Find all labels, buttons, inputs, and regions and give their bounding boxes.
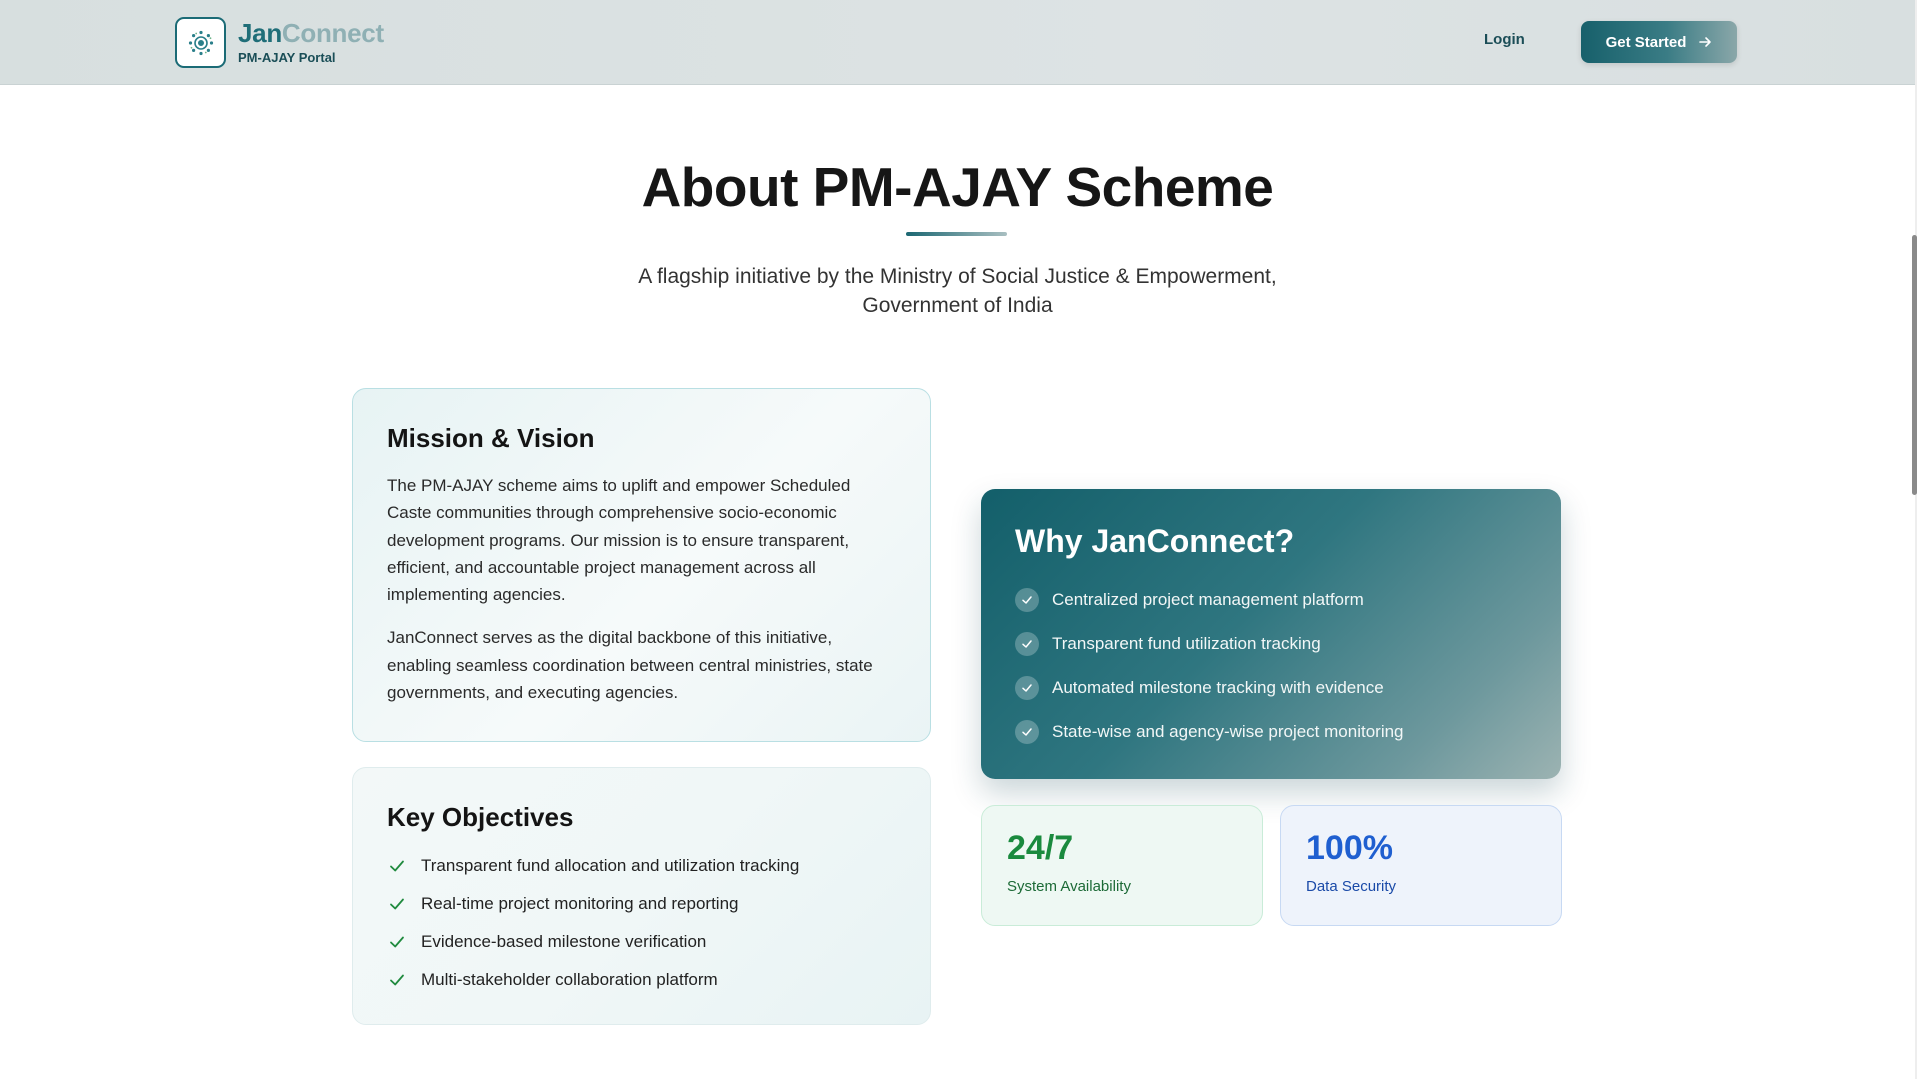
objective-item: Multi-stakeholder collaboration platform	[387, 961, 896, 999]
objective-item: Transparent fund allocation and utilizat…	[387, 847, 896, 885]
stat-availability-value: 24/7	[1007, 829, 1074, 867]
objective-text: Real-time project monitoring and reporti…	[421, 894, 739, 913]
mission-heading: Mission & Vision	[387, 423, 595, 453]
brand-name[interactable]: JanConnect	[238, 18, 384, 49]
objective-item: Evidence-based milestone verification	[387, 923, 896, 961]
page: JanConnect PM-AJAY Portal Login Get Star…	[0, 0, 1917, 1079]
get-started-label: Get Started	[1605, 33, 1687, 51]
mission-vision-card: Mission & Vision The PM-AJAY scheme aims…	[352, 388, 931, 742]
brand-name-part2: Connect	[281, 18, 384, 48]
check-circle-icon	[1015, 676, 1039, 700]
why-item-text: Automated milestone tracking with eviden…	[1052, 678, 1384, 697]
section-title: About PM-AJAY Scheme	[641, 156, 1274, 218]
stat-availability-card: 24/7 System Availability	[981, 805, 1263, 926]
subtitle-line-1: A flagship initiative by the Ministry of…	[638, 265, 1277, 288]
gear-logo-icon	[188, 30, 213, 55]
why-item: Automated milestone tracking with eviden…	[1015, 666, 1527, 710]
mission-paragraph-2: JanConnect serves as the digital backbon…	[387, 628, 873, 703]
check-circle-icon	[1015, 632, 1039, 656]
check-icon	[387, 856, 407, 876]
check-icon	[387, 970, 407, 990]
key-objectives-card: Key Objectives Transparent fund allocati…	[352, 767, 931, 1025]
objective-text: Transparent fund allocation and utilizat…	[421, 856, 800, 875]
stat-security-value: 100%	[1306, 829, 1393, 867]
why-item-text: State-wise and agency-wise project monit…	[1052, 722, 1404, 741]
section-subtitle: A flagship initiative by the Ministry of…	[0, 262, 1915, 320]
objective-text: Multi-stakeholder collaboration platform	[421, 970, 718, 989]
objectives-list: Transparent fund allocation and utilizat…	[387, 847, 896, 999]
stat-security-label: Data Security	[1306, 878, 1397, 895]
why-list: Centralized project management platform …	[1015, 578, 1527, 754]
why-item: Transparent fund utilization tracking	[1015, 622, 1527, 666]
why-janconnect-card: Why JanConnect? Centralized project mana…	[981, 489, 1561, 779]
brand-subtitle: PM-AJAY Portal	[238, 50, 336, 65]
arrow-right-icon	[1699, 37, 1712, 47]
why-item-text: Transparent fund utilization tracking	[1052, 634, 1321, 653]
stat-availability-label: System Availability	[1007, 878, 1131, 895]
get-started-button[interactable]: Get Started	[1581, 21, 1737, 63]
brand-name-part1: Jan	[238, 18, 282, 48]
login-link[interactable]: Login	[1484, 31, 1525, 48]
logo[interactable]	[175, 17, 226, 68]
subtitle-line-2: Government of India	[862, 294, 1053, 317]
objective-item: Real-time project monitoring and reporti…	[387, 885, 896, 923]
why-item: State-wise and agency-wise project monit…	[1015, 710, 1527, 754]
objectives-heading: Key Objectives	[387, 802, 574, 832]
check-circle-icon	[1015, 720, 1039, 744]
title-underline	[906, 232, 1007, 236]
stat-security-card: 100% Data Security	[1280, 805, 1562, 926]
mission-paragraph-1: The PM-AJAY scheme aims to uplift and em…	[387, 476, 851, 605]
check-circle-icon	[1015, 588, 1039, 612]
objective-text: Evidence-based milestone verification	[421, 932, 707, 951]
why-heading: Why JanConnect?	[1015, 523, 1295, 559]
why-item: Centralized project management platform	[1015, 578, 1527, 622]
check-icon	[387, 894, 407, 914]
top-navbar: JanConnect PM-AJAY Portal Login Get Star…	[0, 0, 1915, 85]
why-item-text: Centralized project management platform	[1052, 590, 1364, 609]
check-icon	[387, 932, 407, 952]
